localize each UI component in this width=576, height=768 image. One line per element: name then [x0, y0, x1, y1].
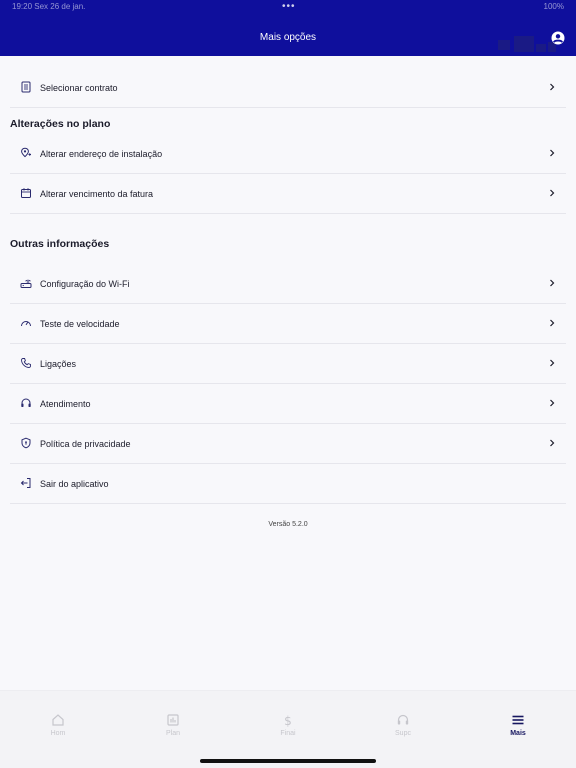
- speed-test-label: Teste de velocidade: [40, 319, 120, 329]
- chevron-right-icon: [550, 189, 555, 197]
- chevron-right-icon: [550, 439, 555, 447]
- tab-home[interactable]: Hom: [18, 713, 98, 743]
- svg-text:$: $: [284, 714, 292, 727]
- tab-plan-label: Plan: [165, 730, 180, 737]
- tab-support-label: Supc: [395, 730, 411, 737]
- tab-more[interactable]: Mais: [478, 713, 558, 743]
- speed-test-item[interactable]: Teste de velocidade: [10, 304, 566, 344]
- wifi-config-label: Configuração do Wi-Fi: [40, 279, 130, 289]
- plan-icon: [167, 714, 179, 726]
- change-address-item[interactable]: Alterar endereço de instalação: [10, 134, 566, 174]
- select-contract-label: Selecionar contrato: [40, 83, 118, 93]
- select-contract-item[interactable]: Selecionar contrato: [10, 68, 566, 108]
- logout-item[interactable]: Sair do aplicativo: [10, 464, 566, 504]
- shield-icon: [21, 437, 31, 449]
- app-version: Versão 5.2.0: [268, 521, 308, 528]
- bottom-tab-bar: Hom Plan $ Finai Supc Mais: [0, 690, 576, 768]
- speedometer-icon: [21, 321, 31, 327]
- plan-section-title: Alterações no plano: [10, 118, 111, 130]
- logout-icon: [20, 478, 31, 488]
- change-due-date-label: Alterar vencimento da fatura: [40, 189, 154, 199]
- decoration-block: [536, 44, 546, 52]
- chevron-right-icon: [550, 279, 555, 287]
- chevron-right-icon: [550, 319, 555, 327]
- phone-icon: [21, 358, 31, 368]
- user-circle-icon: [551, 31, 565, 45]
- tab-finance-label: Finai: [280, 730, 296, 737]
- privacy-policy-item[interactable]: Política de privacidade: [10, 424, 566, 464]
- tab-more-label: Mais: [510, 730, 526, 737]
- tab-support[interactable]: Supc: [363, 713, 443, 743]
- calls-item[interactable]: Ligações: [10, 344, 566, 384]
- change-address-label: Alterar endereço de instalação: [40, 149, 163, 159]
- router-icon: [20, 279, 32, 288]
- wifi-config-item[interactable]: Configuração do Wi-Fi: [10, 264, 566, 304]
- other-info-section-title: Outras informações: [10, 238, 110, 250]
- chevron-right-icon: [550, 399, 555, 407]
- calls-label: Ligações: [40, 359, 77, 369]
- menu-icon: [512, 715, 524, 725]
- location-pin-icon: [21, 147, 31, 158]
- app-header: 19:20 Sex 26 de jan. ••• 100% Mais opçõe…: [0, 0, 576, 56]
- page-title: Mais opções: [259, 32, 317, 43]
- profile-button[interactable]: [550, 30, 566, 46]
- support-label: Atendimento: [40, 399, 91, 409]
- home-indicator[interactable]: [200, 759, 376, 763]
- chevron-right-icon: [550, 83, 555, 91]
- status-time: 19:20 Sex 26 de jan.: [12, 2, 86, 11]
- privacy-policy-label: Política de privacidade: [40, 439, 131, 449]
- status-bar: 19:20 Sex 26 de jan. ••• 100%: [0, 0, 576, 14]
- dollar-icon: $: [284, 714, 292, 727]
- headset-icon: [397, 714, 409, 725]
- logout-label: Sair do aplicativo: [40, 479, 109, 489]
- tab-plan[interactable]: Plan: [133, 713, 213, 743]
- chevron-right-icon: [550, 149, 555, 157]
- support-item[interactable]: Atendimento: [10, 384, 566, 424]
- calendar-icon: [21, 188, 31, 198]
- document-icon: [21, 81, 31, 93]
- change-due-date-item[interactable]: Alterar vencimento da fatura: [10, 174, 566, 214]
- home-icon: [52, 714, 64, 726]
- tab-finance[interactable]: $ Finai: [248, 713, 328, 743]
- chevron-right-icon: [550, 359, 555, 367]
- battery-status: 100%: [543, 2, 564, 11]
- multitask-dots[interactable]: •••: [282, 1, 296, 12]
- tab-home-label: Hom: [50, 730, 66, 737]
- headset-icon: [21, 398, 31, 407]
